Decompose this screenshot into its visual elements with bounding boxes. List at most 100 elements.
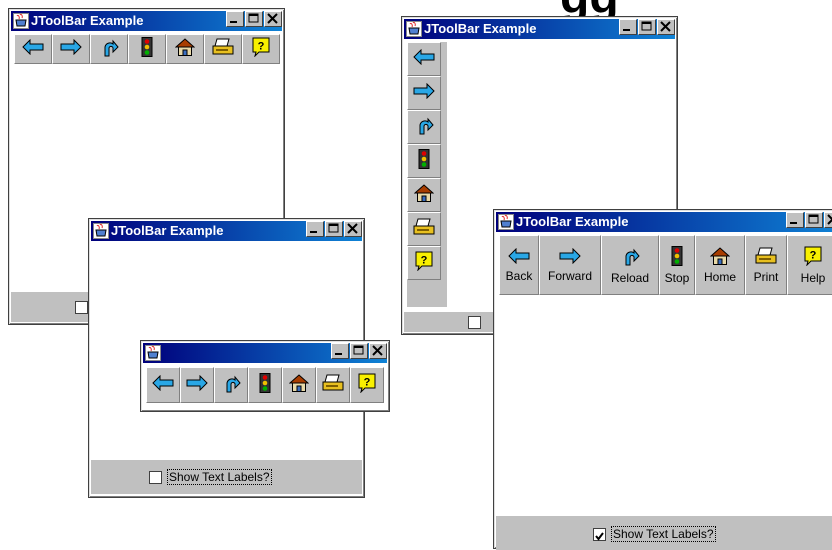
maximize-button[interactable] xyxy=(245,11,263,27)
app-icon xyxy=(498,214,514,230)
print-button[interactable] xyxy=(407,212,441,246)
button-label: Forward xyxy=(547,268,592,283)
app-icon xyxy=(406,21,422,37)
close-button[interactable] xyxy=(264,11,282,27)
minimize-button[interactable] xyxy=(306,221,324,237)
print-icon xyxy=(413,218,435,241)
button-label: Home xyxy=(703,269,736,284)
show-text-labels-checkbox[interactable] xyxy=(149,471,162,484)
close-icon xyxy=(347,223,358,234)
title-buttons xyxy=(331,343,387,359)
minimize-icon xyxy=(790,222,797,224)
svg-text:?: ? xyxy=(810,249,817,261)
arrow-right-icon xyxy=(60,38,82,60)
traffic-light-icon xyxy=(258,372,272,398)
maximize-button[interactable] xyxy=(350,343,368,359)
help-button[interactable]: ? Help xyxy=(787,235,832,295)
help-icon: ? xyxy=(414,251,434,276)
stop-button[interactable] xyxy=(248,367,282,403)
reload-button[interactable] xyxy=(407,110,441,144)
help-button[interactable]: ? xyxy=(350,367,384,403)
help-button[interactable]: ? xyxy=(242,34,280,64)
reload-icon xyxy=(221,373,241,398)
show-text-labels-checkbox[interactable] xyxy=(593,528,606,541)
maximize-button[interactable] xyxy=(805,212,823,228)
app-icon xyxy=(13,13,29,29)
stop-button[interactable] xyxy=(407,144,441,178)
close-button[interactable] xyxy=(824,212,832,228)
print-button[interactable] xyxy=(204,34,242,64)
app-icon xyxy=(145,345,161,361)
reload-icon xyxy=(99,37,119,62)
title-bar[interactable]: JToolBar Example xyxy=(496,212,832,232)
home-button[interactable] xyxy=(407,178,441,212)
forward-button[interactable] xyxy=(180,367,214,403)
reload-button[interactable] xyxy=(214,367,248,403)
maximize-icon xyxy=(353,345,364,355)
close-icon xyxy=(372,345,383,356)
close-icon xyxy=(827,214,832,225)
maximize-icon xyxy=(248,13,259,23)
close-button[interactable] xyxy=(344,221,362,237)
arrow-right-icon xyxy=(413,82,435,104)
button-label: Help xyxy=(800,270,826,285)
back-button[interactable] xyxy=(14,34,52,64)
help-icon: ? xyxy=(803,246,823,271)
help-icon: ? xyxy=(251,37,271,62)
arrow-left-icon xyxy=(413,48,435,70)
minimize-icon xyxy=(335,353,342,355)
checkbox[interactable] xyxy=(75,301,88,314)
stop-button[interactable] xyxy=(128,34,166,64)
button-label: Reload xyxy=(610,270,650,285)
show-text-labels-label[interactable]: Show Text Labels? xyxy=(167,469,272,485)
show-text-labels-label[interactable]: Show Text Labels? xyxy=(611,526,716,542)
home-icon xyxy=(413,183,435,207)
home-icon xyxy=(709,246,731,270)
home-button[interactable] xyxy=(282,367,316,403)
app-icon xyxy=(93,223,109,239)
minimize-button[interactable] xyxy=(226,11,244,27)
close-icon xyxy=(660,21,671,32)
close-button[interactable] xyxy=(369,343,387,359)
reload-icon xyxy=(620,246,640,271)
traffic-light-icon xyxy=(670,245,684,271)
forward-button[interactable] xyxy=(407,76,441,110)
reload-icon xyxy=(414,115,434,140)
minimize-icon xyxy=(310,231,317,233)
back-button[interactable]: Back xyxy=(499,235,539,295)
help-button[interactable]: ? xyxy=(407,246,441,280)
reload-button[interactable] xyxy=(90,34,128,64)
window-title: JToolBar Example xyxy=(111,223,224,238)
minimize-button[interactable] xyxy=(619,19,637,35)
minimize-button[interactable] xyxy=(331,343,349,359)
maximize-button[interactable] xyxy=(325,221,343,237)
status-bar: Show Text Labels? xyxy=(91,460,362,494)
checkbox[interactable] xyxy=(468,316,481,329)
title-buttons xyxy=(619,19,675,35)
print-button[interactable] xyxy=(316,367,350,403)
arrow-right-icon xyxy=(559,247,581,269)
back-button[interactable] xyxy=(407,42,441,76)
close-icon xyxy=(267,13,278,24)
window-title: JToolBar Example xyxy=(424,21,537,36)
home-button[interactable]: Home xyxy=(695,235,745,295)
button-label: Back xyxy=(505,268,533,283)
forward-button[interactable] xyxy=(52,34,90,64)
svg-text:?: ? xyxy=(258,40,265,52)
forward-button[interactable]: Forward xyxy=(539,235,601,295)
home-icon xyxy=(174,37,196,61)
reload-button[interactable]: Reload xyxy=(601,235,659,295)
svg-text:?: ? xyxy=(364,376,371,388)
minimize-button[interactable] xyxy=(786,212,804,228)
print-button[interactable]: Print xyxy=(745,235,787,295)
back-button[interactable] xyxy=(146,367,180,403)
maximize-button[interactable] xyxy=(638,19,656,35)
stop-button[interactable]: Stop xyxy=(659,235,695,295)
arrow-left-icon xyxy=(22,38,44,60)
close-button[interactable] xyxy=(657,19,675,35)
button-label: Print xyxy=(753,269,779,284)
minimize-icon xyxy=(623,29,630,31)
home-button[interactable] xyxy=(166,34,204,64)
maximize-icon xyxy=(641,21,652,31)
maximize-icon xyxy=(808,214,819,224)
